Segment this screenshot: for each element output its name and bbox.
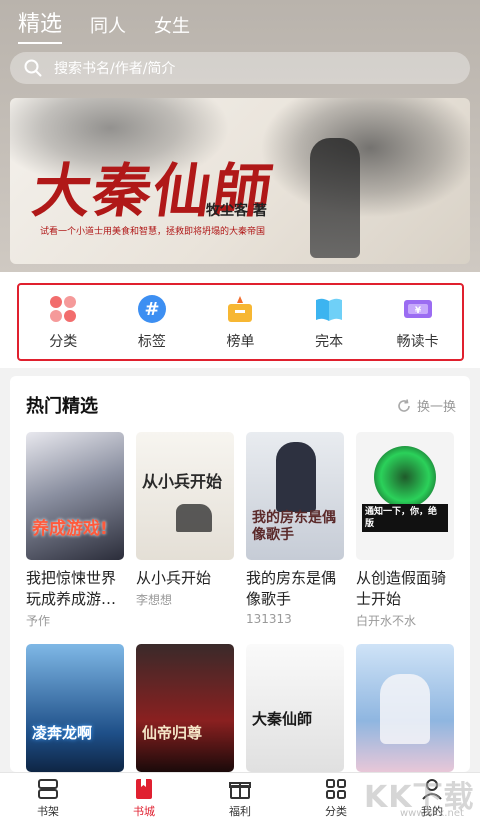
nav-bookshelf[interactable]: 书架 xyxy=(0,773,96,823)
promo-banner[interactable]: 大秦仙師 牧尘客 著 试看一个小道士用美食和智慧，拯救即将坍塌的大秦帝国 xyxy=(10,98,470,264)
refresh-label: 换一换 xyxy=(416,400,456,415)
ink-splash-decoration xyxy=(260,98,470,218)
category-strip: 分类 # 标签 榜单 完本 ¥ 畅读卡 xyxy=(0,272,480,368)
category-completed[interactable]: 完本 xyxy=(294,293,364,351)
banner-author: 牧尘客 著 xyxy=(206,203,267,219)
banner-slogan: 试看一个小道士用美食和智慧，拯救即将坍塌的大秦帝国 xyxy=(40,227,266,237)
book-card[interactable]: 通知一下，你，绝版 从创造假面骑 士开始 白开水不水 xyxy=(356,432,454,629)
book-title: 我的房东是偶 像歌手 xyxy=(246,569,337,608)
category-label: 畅读卡 xyxy=(396,334,439,350)
book-cover xyxy=(356,644,454,772)
nav-label: 书城 xyxy=(133,805,155,818)
tab-featured[interactable]: 精选 xyxy=(18,6,63,44)
watermark-site: www.kkx.net xyxy=(400,808,464,819)
book-card[interactable]: 大秦仙師 xyxy=(246,644,344,772)
category-tags[interactable]: # 标签 xyxy=(117,293,187,351)
book-author: 李想想 xyxy=(136,593,173,607)
svg-text:#: # xyxy=(144,299,159,320)
hashtag-icon: # xyxy=(136,293,168,325)
cover-title: 养成游戏! xyxy=(32,519,108,539)
book-author: 予作 xyxy=(26,614,51,628)
category-readcard[interactable]: ¥ 畅读卡 xyxy=(383,293,453,351)
search-placeholder: 搜索书名/作者/简介 xyxy=(54,61,176,77)
channel-tabs: 精选 同人 女生 xyxy=(18,6,190,44)
svg-text:¥: ¥ xyxy=(415,306,422,316)
book-card[interactable] xyxy=(356,644,454,772)
tab-female[interactable]: 女生 xyxy=(154,12,190,38)
tab-fanfic[interactable]: 同人 xyxy=(90,12,126,38)
nav-welfare[interactable]: 福利 xyxy=(192,773,288,823)
category-highlight-box: 分类 # 标签 榜单 完本 ¥ 畅读卡 xyxy=(17,283,464,361)
cover-title: 大秦仙師 xyxy=(252,710,313,728)
nav-label: 书架 xyxy=(37,805,59,818)
nav-label: 分类 xyxy=(325,805,347,818)
search-bar[interactable]: 搜索书名/作者/简介 xyxy=(10,52,470,84)
refresh-button[interactable]: 换一换 xyxy=(397,396,456,415)
book-cover: 我的房东是偶像歌手 xyxy=(246,432,344,560)
cover-title: 仙帝归尊 xyxy=(142,724,203,742)
book-title: 从小兵开始 xyxy=(136,569,212,587)
book-icon xyxy=(313,293,345,325)
hot-picks-section: 热门精选 换一换 养成游戏! 我把惊悚世界 玩成养成游… 予作 从小兵开始 从小兵… xyxy=(10,376,470,772)
nav-bookstore[interactable]: 书城 xyxy=(96,773,192,823)
book-cover: 通知一下，你，绝版 xyxy=(356,432,454,560)
mask-illustration xyxy=(374,446,436,508)
cover-title: 凌奔龙啊 xyxy=(32,724,93,742)
category-ranking[interactable]: 榜单 xyxy=(205,293,275,351)
book-title: 从创造假面骑 士开始 xyxy=(356,569,447,608)
category-label: 标签 xyxy=(137,334,166,350)
book-author: 131313 xyxy=(246,612,292,626)
book-title: 我把惊悚世界 玩成养成游… xyxy=(26,569,117,608)
gift-icon xyxy=(229,782,251,799)
swordsman-figure xyxy=(310,138,360,258)
section-title: 热门精选 xyxy=(26,396,98,417)
book-author: 白开水不水 xyxy=(356,614,417,628)
trophy-icon xyxy=(224,293,256,325)
category-label: 榜单 xyxy=(226,334,255,350)
book-cover: 从小兵开始 xyxy=(136,432,234,560)
book-card[interactable]: 凌奔龙啊 xyxy=(26,644,124,772)
cover-title: 从小兵开始 xyxy=(142,472,223,491)
refresh-icon xyxy=(398,398,410,412)
bookstore-icon xyxy=(136,779,152,799)
ticket-icon: ¥ xyxy=(402,293,434,325)
grid-petals-icon xyxy=(47,293,79,325)
top-header-area: 精选 同人 女生 搜索书名/作者/简介 大秦仙師 牧尘客 著 试看一个小道士用美… xyxy=(0,0,480,272)
book-card[interactable]: 我的房东是偶像歌手 我的房东是偶 像歌手 131313 xyxy=(246,432,344,626)
book-cover: 仙帝归尊 xyxy=(136,644,234,772)
book-card[interactable]: 养成游戏! 我把惊悚世界 玩成养成游… 予作 xyxy=(26,432,124,629)
category-classify[interactable]: 分类 xyxy=(28,293,98,351)
anime-character-illustration xyxy=(380,674,430,744)
cover-title: 通知一下，你，绝版 xyxy=(362,504,448,532)
bookshelf-icon xyxy=(38,779,58,799)
category-grid-icon xyxy=(326,779,346,799)
book-card[interactable]: 从小兵开始 从小兵开始 李想想 xyxy=(136,432,234,608)
category-label: 分类 xyxy=(49,334,78,350)
search-icon xyxy=(24,59,42,77)
cover-title: 我的房东是偶像歌手 xyxy=(252,510,336,543)
category-label: 完本 xyxy=(315,334,344,350)
horse-illustration xyxy=(176,504,212,532)
couple-illustration xyxy=(276,442,316,512)
book-card[interactable]: 仙帝归尊 xyxy=(136,644,234,772)
book-cover: 大秦仙師 xyxy=(246,644,344,772)
book-cover: 养成游戏! xyxy=(26,432,124,560)
book-cover: 凌奔龙啊 xyxy=(26,644,124,772)
nav-label: 福利 xyxy=(229,805,251,818)
